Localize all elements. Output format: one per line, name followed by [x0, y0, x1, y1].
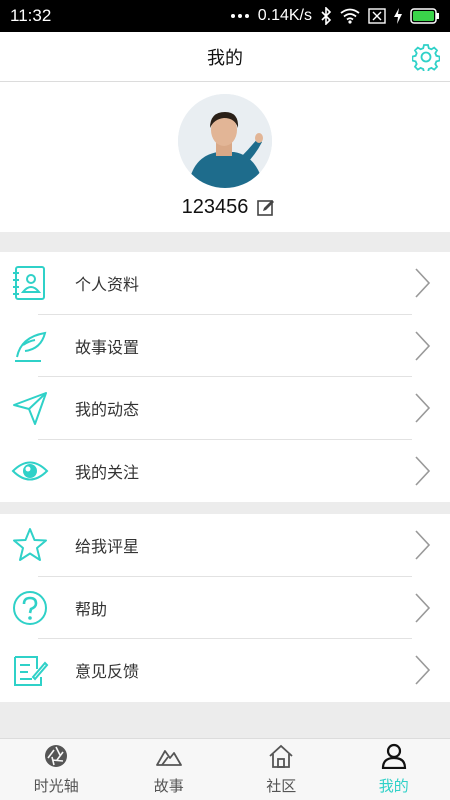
menu-label: 个人资料 [75, 275, 140, 295]
aperture-icon [43, 743, 69, 773]
no-sim-icon [368, 8, 386, 24]
tab-label: 我的 [378, 777, 409, 795]
chevron-right-icon [414, 455, 432, 487]
tab-label: 社区 [266, 777, 297, 795]
username-row: 123456 [0, 196, 450, 219]
eye-icon [10, 451, 50, 491]
battery-icon [410, 8, 440, 24]
home-icon [268, 743, 294, 773]
page-title: 我的 [207, 47, 243, 69]
charging-icon [394, 8, 402, 24]
menu-item-feedback[interactable]: 意见反馈 [0, 639, 450, 702]
username: 123456 [181, 196, 249, 218]
tab-story[interactable]: 故事 [113, 739, 226, 800]
wifi-icon [340, 8, 360, 24]
tab-label: 时光轴 [33, 777, 79, 795]
menu-label: 我的关注 [75, 462, 140, 482]
chevron-right-icon [414, 392, 432, 424]
bottom-tab-bar: 时光轴 故事 社区 我的 [0, 738, 450, 800]
menu-label: 我的动态 [75, 400, 140, 420]
top-navigation-bar: 我的 [0, 32, 450, 82]
more-dots-icon [230, 13, 250, 19]
tab-community[interactable]: 社区 [225, 739, 338, 800]
avatar[interactable] [178, 94, 272, 188]
menu-group-primary: 个人资料 故事设置 我的动态 我的关注 [0, 252, 450, 502]
person-icon [381, 743, 407, 773]
feedback-note-icon [10, 650, 50, 690]
tab-mine[interactable]: 我的 [338, 739, 450, 800]
menu-item-profile-info[interactable]: 个人资料 [0, 252, 450, 315]
tab-label: 故事 [153, 777, 184, 795]
feather-pen-icon [10, 326, 50, 366]
status-indicators: 0.14K/s [230, 7, 440, 25]
menu-group-secondary: 给我评星 帮助 意见反馈 [0, 514, 450, 702]
edit-icon[interactable] [256, 198, 276, 218]
network-speed: 0.14K/s [257, 7, 312, 24]
chevron-right-icon [414, 267, 432, 299]
profile-section: 123456 [0, 82, 450, 232]
menu-label: 给我评星 [75, 537, 140, 557]
menu-label: 故事设置 [75, 337, 140, 357]
menu-item-my-following[interactable]: 我的关注 [0, 440, 450, 503]
chevron-right-icon [414, 592, 432, 624]
chevron-right-icon [414, 654, 432, 686]
chevron-right-icon [414, 529, 432, 561]
chevron-right-icon [414, 330, 432, 362]
menu-label: 帮助 [75, 599, 108, 619]
menu-item-story-settings[interactable]: 故事设置 [0, 315, 450, 377]
menu-item-help[interactable]: 帮助 [0, 577, 450, 639]
tab-timeline[interactable]: 时光轴 [0, 739, 113, 800]
star-icon [10, 525, 50, 565]
menu-item-rate-me[interactable]: 给我评星 [0, 514, 450, 577]
status-time: 11:32 [10, 6, 52, 25]
menu-label: 意见反馈 [75, 662, 140, 682]
menu-item-my-updates[interactable]: 我的动态 [0, 377, 450, 440]
status-bar: 11:32 0.14K/s [0, 0, 450, 32]
mountain-icon [155, 743, 182, 773]
question-icon [10, 588, 50, 628]
settings-gear-icon[interactable] [411, 43, 441, 74]
paper-plane-icon [10, 388, 50, 428]
bluetooth-icon [320, 7, 332, 25]
contact-book-icon [10, 263, 50, 303]
